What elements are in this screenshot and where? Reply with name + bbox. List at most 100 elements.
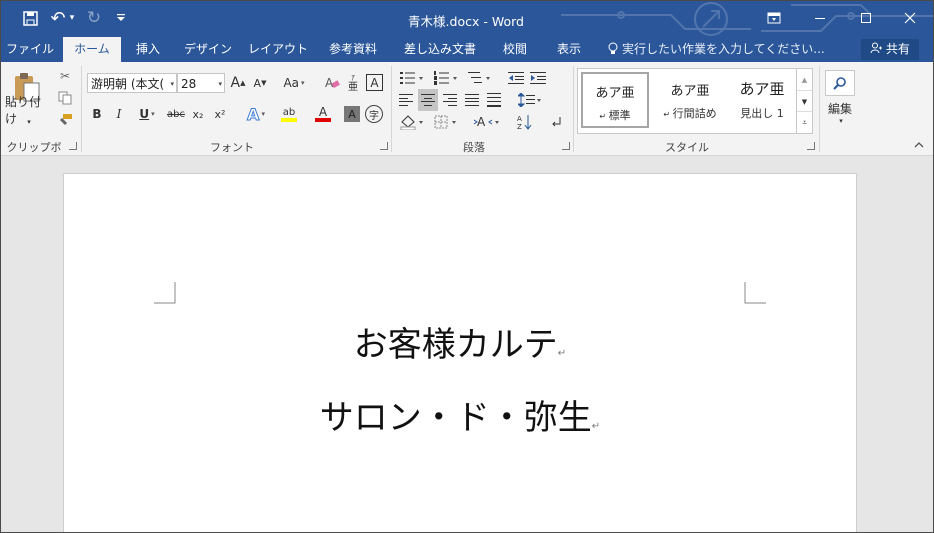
character-border-button[interactable]: A	[366, 74, 383, 91]
bullets-icon[interactable]	[397, 68, 427, 88]
document-page[interactable]: お客様カルテ↵ サロン・ド・弥生↵	[63, 173, 857, 532]
font-name-box[interactable]: 游明朝 (本文( ▾	[87, 73, 177, 93]
tab-review[interactable]: 校閲	[493, 37, 537, 62]
shading-icon[interactable]	[397, 112, 427, 132]
font-name-value: 游明朝 (本文(	[91, 77, 165, 91]
highlight-button[interactable]: ab	[273, 104, 305, 124]
document-subtitle-line[interactable]: サロン・ド・弥生↵	[64, 390, 856, 439]
multilevel-list-icon[interactable]	[465, 68, 495, 88]
font-size-value: 28	[181, 77, 197, 91]
text-effects-icon: A	[247, 104, 260, 124]
minimize-button[interactable]	[797, 1, 843, 35]
editing-button[interactable]: 編集	[819, 100, 861, 116]
font-name-dropdown-icon[interactable]: ▾	[170, 74, 174, 92]
styles-group-label: スタイル	[665, 141, 709, 154]
tab-layout[interactable]: レイアウト	[245, 37, 311, 62]
person-icon	[870, 42, 886, 56]
svg-text:Z: Z	[517, 123, 522, 130]
align-left-icon[interactable]	[397, 90, 415, 110]
redo-icon[interactable]: ↻	[84, 7, 104, 29]
tab-mailings[interactable]: 差し込み文書	[397, 37, 483, 62]
tab-file[interactable]: ファイル	[1, 37, 59, 62]
undo-icon[interactable]: ↶	[49, 7, 67, 29]
highlight-color-swatch	[281, 117, 297, 122]
title-bar: ↶ ▾ ↻ 青木様.docx - Word	[1, 1, 933, 37]
editing-dropdown-icon[interactable]: ▾	[835, 116, 847, 126]
asian-layout-icon[interactable]: A	[471, 112, 503, 132]
character-shading-button[interactable]: A	[344, 106, 360, 122]
tab-design[interactable]: デザイン	[177, 37, 239, 62]
window-title: 青木様.docx - Word	[408, 14, 524, 29]
grow-font-button[interactable]: A ▲	[229, 73, 247, 93]
word-window: ↶ ▾ ↻ 青木様.docx - Word ファイル ホーム 挿入 デザイン レ…	[0, 0, 934, 533]
styles-launcher-icon[interactable]	[807, 142, 815, 150]
clipboard-launcher-icon[interactable]	[69, 142, 77, 150]
font-launcher-icon[interactable]	[380, 142, 388, 150]
format-painter-icon[interactable]	[55, 111, 75, 129]
paste-button[interactable]: 貼り付け	[5, 95, 51, 126]
superscript-button[interactable]: x²	[211, 104, 229, 124]
justify-icon[interactable]	[463, 90, 481, 110]
document-subtitle-text: サロン・ド・弥生	[319, 398, 592, 438]
gallery-down-icon[interactable]: ▼	[797, 90, 812, 112]
ribbon-display-options-icon[interactable]	[751, 1, 797, 35]
undo-dropdown-icon[interactable]: ▾	[67, 7, 77, 29]
maximize-button[interactable]	[843, 1, 889, 35]
change-case-button[interactable]: Aa ▾	[278, 73, 310, 93]
decrease-indent-icon[interactable]	[507, 68, 525, 88]
sort-icon[interactable]: AZ	[515, 112, 535, 132]
tab-home[interactable]: ホーム	[63, 37, 121, 62]
document-title-text: お客様カルテ	[353, 325, 558, 365]
bold-button[interactable]: B	[89, 104, 105, 124]
numbering-icon[interactable]	[431, 68, 461, 88]
distributed-icon[interactable]	[485, 90, 503, 110]
document-title-line[interactable]: お客様カルテ↵	[64, 317, 856, 366]
underline-button[interactable]: U ▾	[133, 104, 161, 124]
shrink-font-button[interactable]: A ▼	[251, 73, 269, 93]
clear-formatting-icon[interactable]: A	[322, 73, 342, 93]
cut-icon[interactable]: ✂	[55, 67, 75, 85]
align-center-icon[interactable]	[418, 89, 438, 111]
tell-me-box[interactable]: 実行したい作業を入力してください...	[608, 37, 825, 62]
gallery-scroll: ▲ ▼ ⩡	[796, 69, 812, 133]
font-size-box[interactable]: 28 ▾	[177, 73, 225, 93]
save-icon[interactable]	[19, 7, 41, 29]
show-formatting-marks-icon[interactable]	[547, 112, 565, 132]
enclose-characters-button[interactable]: 字	[365, 105, 383, 123]
tab-view[interactable]: 表示	[547, 37, 591, 62]
crop-mark-right	[744, 282, 766, 304]
copy-icon[interactable]	[55, 89, 75, 107]
style-no-spacing[interactable]: あア亜 ↵ 行間詰め	[656, 72, 724, 128]
ribbon: 貼り付け ▾ ✂ クリップボード 游明朝 (本文(▾ 28▾ A▲ A▼ Aa▾…	[1, 62, 933, 170]
text-effects-button[interactable]: A ▾	[241, 104, 271, 124]
align-right-icon[interactable]	[441, 90, 459, 110]
borders-icon[interactable]	[431, 112, 461, 132]
style-heading-1[interactable]: あア亜 見出し 1	[728, 72, 796, 128]
customize-qat-icon[interactable]	[113, 7, 129, 29]
phonetic-guide-button[interactable]: ｱ亜	[344, 73, 362, 93]
line-spacing-icon[interactable]	[515, 90, 545, 110]
share-button[interactable]: 共有	[861, 39, 919, 60]
increase-indent-icon[interactable]	[529, 68, 547, 88]
tab-references[interactable]: 参考資料	[319, 37, 387, 62]
gallery-up-icon[interactable]: ▲	[797, 69, 812, 90]
style-normal[interactable]: あア亜 ↵ 標準	[581, 72, 649, 128]
style-normal-sample: あア亜	[595, 86, 635, 101]
search-icon[interactable]	[825, 70, 855, 96]
paragraph-launcher-icon[interactable]	[562, 142, 570, 150]
close-button[interactable]	[887, 1, 933, 35]
paste-dropdown-icon[interactable]: ▾	[23, 117, 35, 127]
strikethrough-button[interactable]: abc	[165, 104, 187, 124]
tab-insert[interactable]: 挿入	[125, 37, 171, 62]
paragraph-mark: ↵	[557, 348, 567, 359]
italic-button[interactable]: I	[111, 104, 127, 124]
style-heading-1-sample: あア亜	[739, 80, 785, 98]
phonetic-guide-icon: 亜	[348, 82, 358, 93]
subscript-button[interactable]: x₂	[189, 104, 207, 124]
gallery-more-icon[interactable]: ⩡	[797, 111, 812, 133]
collapse-ribbon-icon[interactable]	[911, 138, 927, 152]
change-case-icon: Aa	[283, 76, 300, 90]
font-size-dropdown-icon[interactable]: ▾	[218, 74, 222, 92]
font-color-icon: A	[318, 105, 328, 119]
font-color-button[interactable]: A	[307, 104, 339, 124]
